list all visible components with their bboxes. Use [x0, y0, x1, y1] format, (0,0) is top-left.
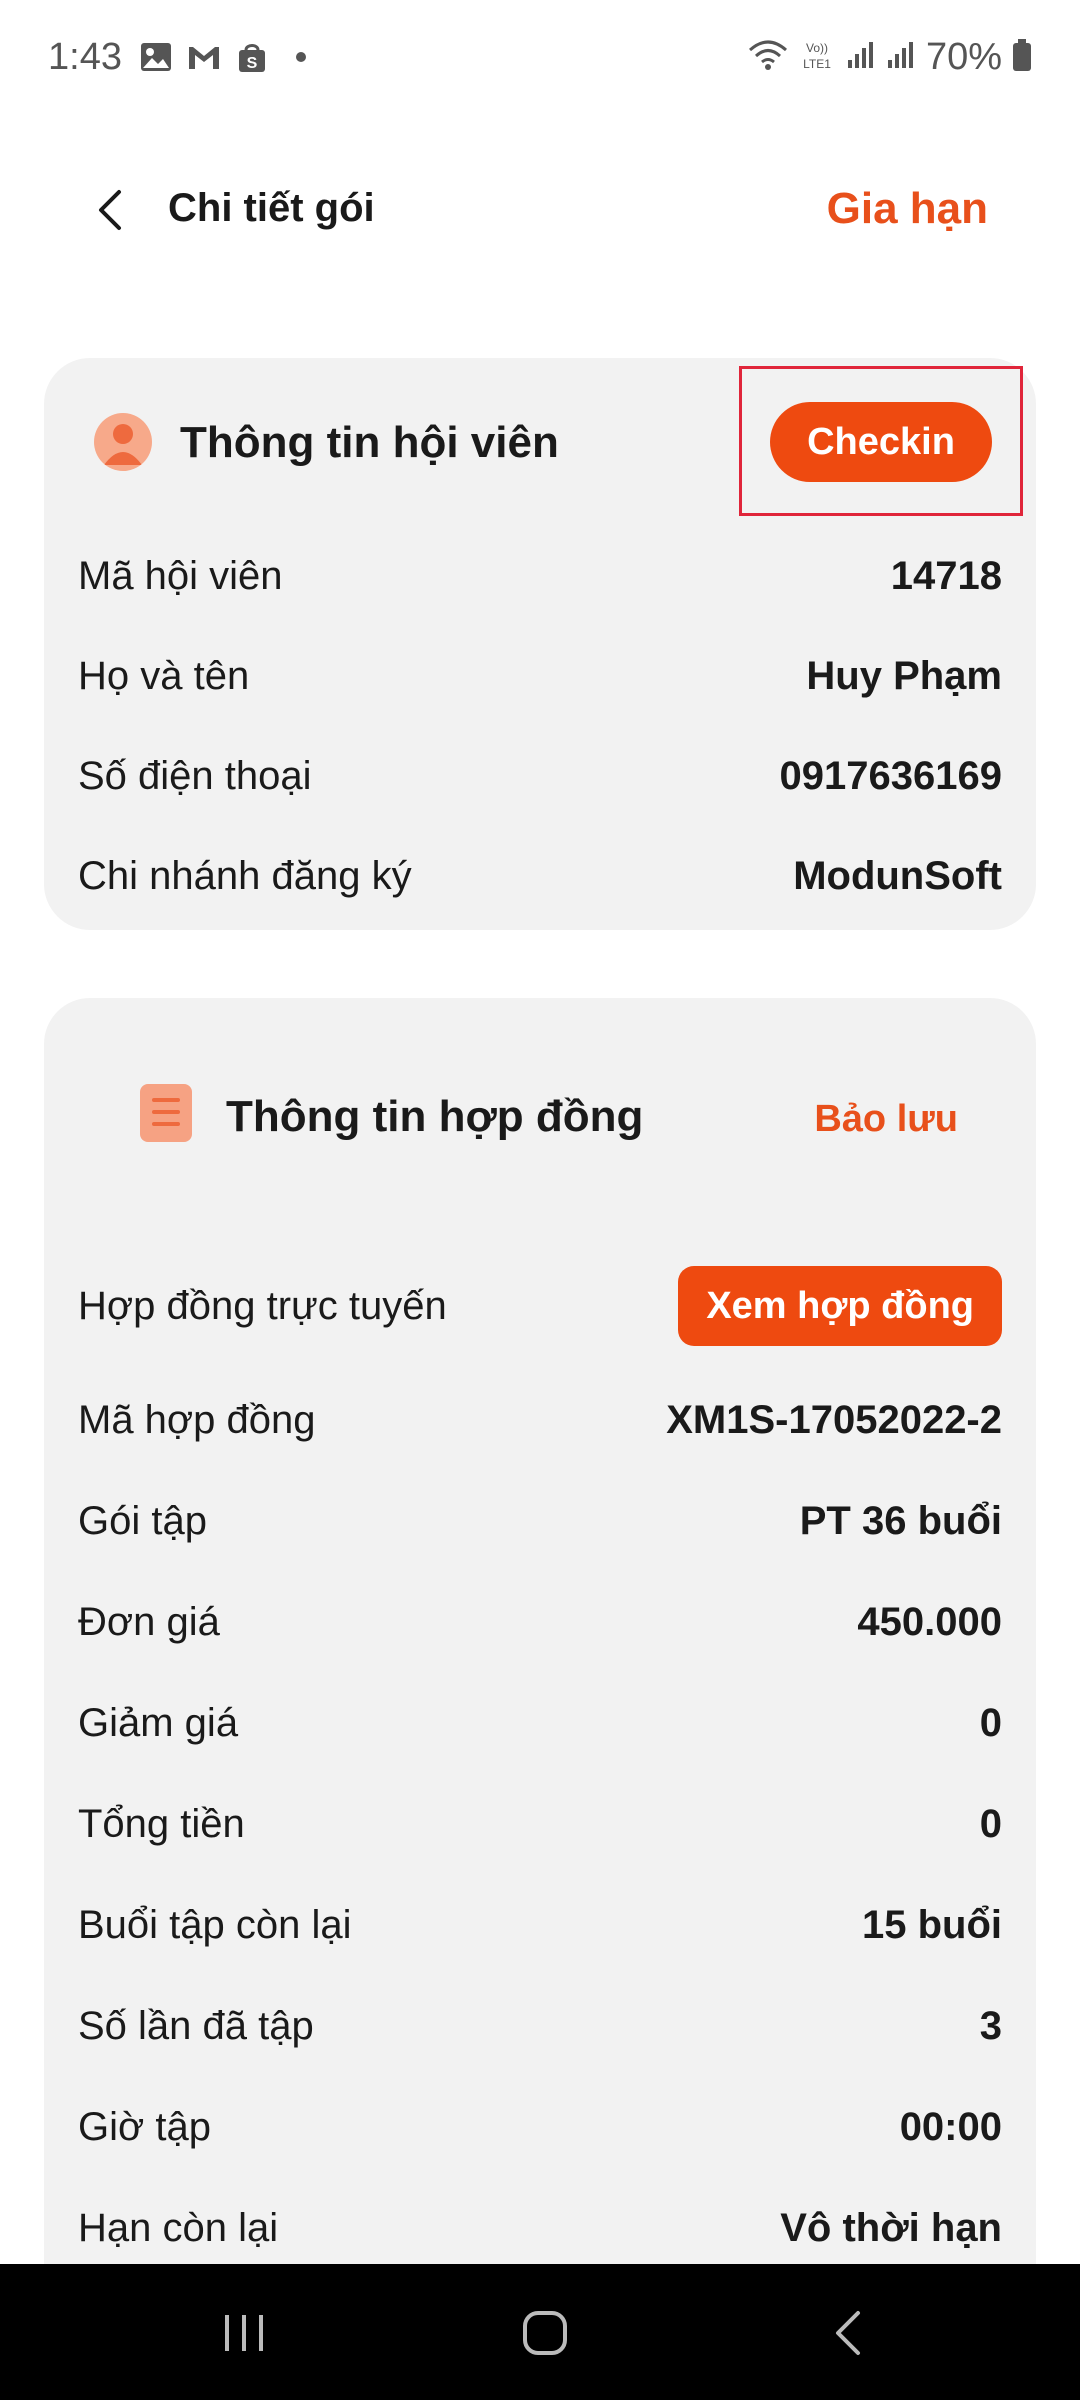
row-label: Hợp đồng trực tuyến [78, 1283, 447, 1328]
row-value: 0 [979, 1801, 1002, 1846]
status-bar: 1:43 S Vo)) LTE1 70% [0, 0, 1080, 120]
row-label: Mã hội viên [78, 553, 283, 598]
row-label: Đơn giá [78, 1599, 220, 1644]
document-icon [140, 1084, 192, 1142]
battery-percent: 70% [925, 36, 1002, 78]
contract-card-title: Thông tin hợp đồng [226, 1092, 644, 1141]
wifi-icon [748, 38, 788, 77]
row-value: 0 [979, 1700, 1002, 1745]
info-row: Mã hợp đồng XM1S-17052022-2 [78, 1370, 1002, 1470]
row-value: 00:00 [899, 2104, 1002, 2149]
row-value: 15 buổi [861, 1902, 1002, 1947]
online-contract-row: Hợp đồng trực tuyến Xem hợp đồng [78, 1256, 1002, 1356]
row-value: 3 [979, 2003, 1002, 2048]
renew-button[interactable]: Gia hạn [827, 184, 988, 234]
notification-icons: S [138, 40, 306, 74]
row-label: Buổi tập còn lại [78, 1902, 352, 1947]
battery-icon [1012, 38, 1032, 77]
row-value: Vô thời hạn [780, 2205, 1002, 2250]
gmail-icon [186, 40, 222, 74]
contract-card-header: Thông tin hợp đồng Bảo lưu [44, 1060, 1036, 1180]
row-value: ModunSoft [793, 853, 1002, 898]
row-label: Số lần đã tập [78, 2003, 314, 2048]
info-row: Mã hội viên 14718 [78, 526, 1002, 626]
row-label: Giờ tập [78, 2104, 211, 2149]
row-value: PT 36 buổi [799, 1498, 1002, 1543]
reserve-button[interactable]: Bảo lưu [814, 1098, 958, 1141]
view-contract-button[interactable]: Xem hợp đồng [678, 1266, 1002, 1346]
info-row: Số lần đã tập 3 [78, 1976, 1002, 2076]
row-value: 14718 [890, 553, 1002, 598]
info-row: Tổng tiền 0 [78, 1774, 1002, 1874]
signal-icon [886, 40, 916, 75]
recent-apps-button[interactable] [204, 2298, 284, 2368]
info-row: Số điện thoại 0917636169 [78, 726, 1002, 826]
user-icon [94, 413, 152, 471]
navigation-bar [0, 2264, 1080, 2400]
row-label: Gói tập [78, 1498, 207, 1543]
info-row: Gói tập PT 36 buổi [78, 1471, 1002, 1571]
chevron-left-icon [99, 190, 121, 230]
row-label: Tổng tiền [78, 1801, 245, 1846]
info-row: Giờ tập 00:00 [78, 2077, 1002, 2177]
system-icons: Vo)) LTE1 70% [748, 36, 1032, 79]
info-row: Buổi tập còn lại 15 buổi [78, 1875, 1002, 1975]
svg-text:LTE1: LTE1 [803, 57, 831, 71]
notification-dot [296, 52, 306, 62]
row-label: Mã hợp đồng [78, 1397, 316, 1442]
row-value: Huy Phạm [806, 653, 1002, 698]
info-row: Họ và tên Huy Phạm [78, 626, 1002, 726]
member-card-title: Thông tin hội viên [180, 418, 559, 467]
back-button[interactable] [80, 180, 140, 240]
info-row: Hạn còn lại Vô thời hạn [78, 2178, 1002, 2278]
row-value: XM1S-17052022-2 [666, 1397, 1002, 1442]
row-label: Giảm giá [78, 1700, 239, 1745]
highlight-annotation [739, 366, 1023, 516]
status-time: 1:43 [48, 36, 122, 78]
row-value: 0917636169 [779, 753, 1002, 798]
image-icon [138, 40, 174, 74]
page-header: Chi tiết gói Gia hạn [0, 160, 1080, 260]
svg-text:S: S [247, 55, 258, 72]
row-label: Họ và tên [78, 653, 250, 698]
signal-icon [846, 40, 876, 75]
row-value: 450.000 [857, 1599, 1002, 1644]
contract-info-card: Thông tin hợp đồng Bảo lưu Hợp đồng trực… [44, 998, 1036, 2400]
shopee-icon: S [234, 40, 270, 74]
page-title: Chi tiết gói [168, 186, 375, 230]
row-label: Chi nhánh đăng ký [78, 853, 412, 898]
home-icon [523, 2311, 567, 2355]
svg-text:Vo)): Vo)) [806, 41, 828, 55]
info-row: Chi nhánh đăng ký ModunSoft [78, 826, 1002, 926]
back-nav-button[interactable] [808, 2298, 888, 2368]
info-row: Giảm giá 0 [78, 1673, 1002, 1773]
recent-apps-icon [225, 2315, 263, 2351]
row-label: Hạn còn lại [78, 2205, 279, 2250]
volte-icon: Vo)) LTE1 [798, 38, 836, 77]
home-button[interactable] [505, 2298, 585, 2368]
info-row: Đơn giá 450.000 [78, 1572, 1002, 1672]
back-icon [836, 2311, 860, 2355]
row-label: Số điện thoại [78, 753, 312, 798]
